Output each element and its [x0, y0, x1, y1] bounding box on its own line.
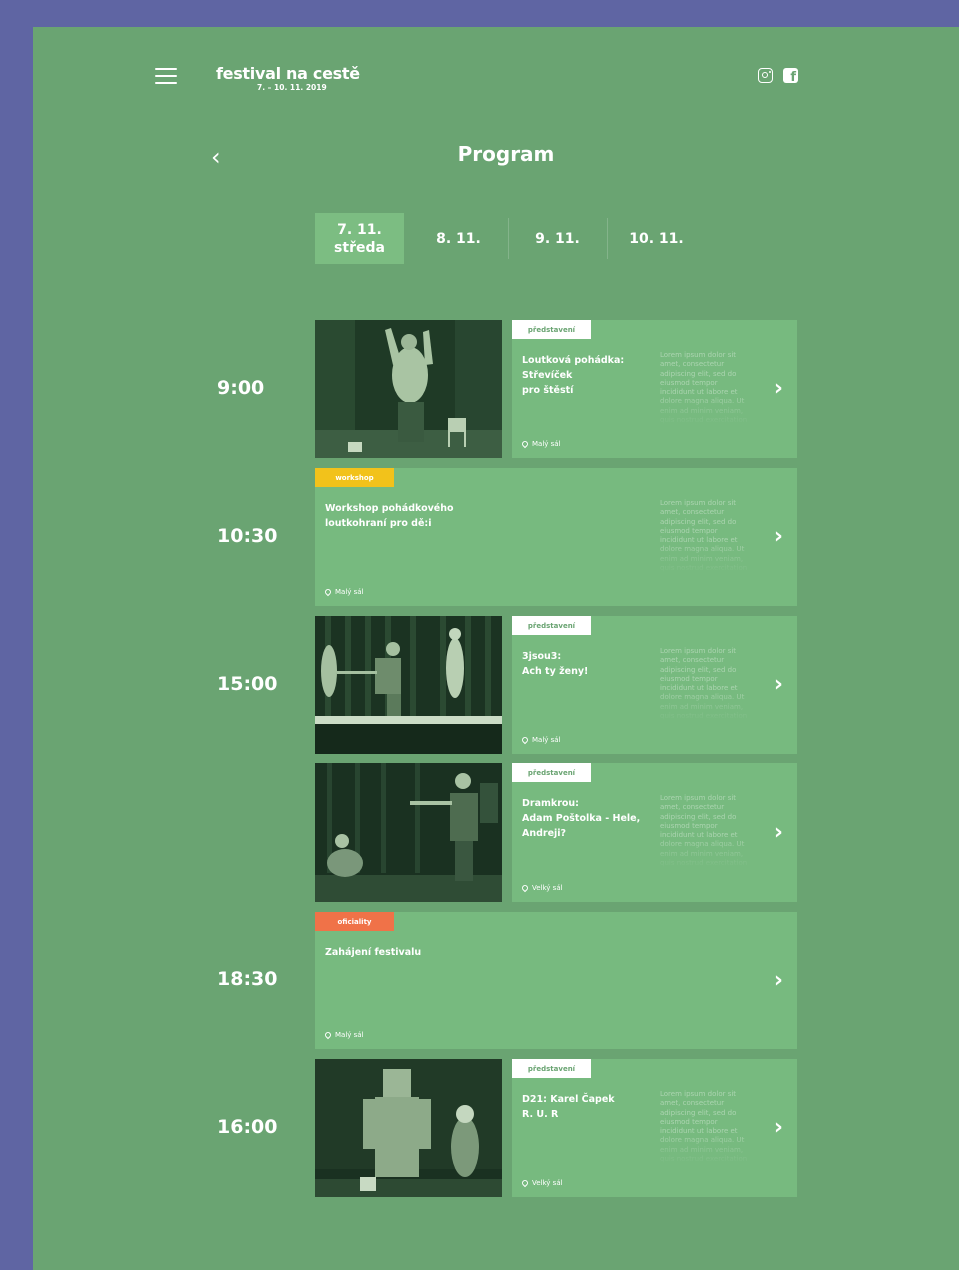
event-photo-image [315, 1059, 502, 1197]
event-photo-image [315, 763, 502, 902]
event-title: Dramkrou: Adam Poštolka - Hele, Andreji? [522, 798, 641, 839]
tab-label: 10. 11. [629, 230, 684, 247]
location-pin-icon [520, 1178, 530, 1188]
facebook-icon[interactable]: f [783, 68, 798, 85]
venue-label: Malý sál [532, 736, 561, 744]
event-title: Zahájení festivalu [325, 947, 422, 958]
tab-day-9[interactable]: 9. 11. [508, 213, 607, 264]
event-photo[interactable] [315, 763, 502, 902]
category-badge: představení [512, 763, 591, 782]
tab-label: 8. 11. [436, 230, 481, 247]
event-card[interactable]: představení Loutková pohádka: Střevíček … [512, 320, 797, 458]
venue-label: Malý sál [335, 588, 364, 596]
page-title: Program [457, 142, 555, 166]
event-title: 3jsou3: Ach ty ženy! [522, 651, 589, 677]
program-page: festival na cestě 7. – 10. 11. 2019 f ‹ … [33, 27, 959, 1270]
venue-label: Velký sál [532, 884, 563, 892]
date-tabs: 7. 11. středa 8. 11. 9. 11. 10. 11. [315, 213, 706, 264]
tab-label: 7. 11. středa [334, 221, 385, 256]
event-card[interactable]: oficiality Zahájení festivalu Malý sál › [315, 912, 797, 1049]
chevron-right-icon[interactable]: › [774, 376, 783, 402]
event-description: Lorem ipsum dolor sit amet, consectetur … [660, 794, 748, 869]
venue-label: Velký sál [532, 1179, 563, 1187]
venue-label: Malý sál [532, 440, 561, 448]
event-title: Loutková pohádka: Střevíček pro štěstí [522, 355, 625, 396]
event-venue: Malý sál [520, 439, 561, 449]
event-photo[interactable] [315, 616, 502, 754]
chevron-right-icon[interactable]: › [774, 672, 783, 698]
category-badge: představení [512, 1059, 591, 1078]
event-photo-image [315, 320, 502, 458]
venue-label: Malý sál [335, 1031, 364, 1039]
back-chevron-icon[interactable]: ‹ [211, 145, 221, 169]
category-badge: oficiality [315, 912, 394, 931]
event-venue: Malý sál [323, 587, 364, 597]
event-title: D21: Karel Čapek R. U. R [522, 1094, 615, 1120]
chevron-right-icon[interactable]: › [774, 820, 783, 846]
chevron-right-icon[interactable]: › [774, 968, 783, 994]
event-card[interactable]: představení D21: Karel Čapek R. U. R Lor… [512, 1059, 797, 1197]
tab-day-8[interactable]: 8. 11. [409, 213, 508, 264]
location-pin-icon [520, 735, 530, 745]
chevron-right-icon[interactable]: › [774, 1115, 783, 1141]
event-venue: Malý sál [323, 1030, 364, 1040]
logo-dates: 7. – 10. 11. 2019 [257, 83, 327, 92]
chevron-right-icon[interactable]: › [774, 524, 783, 550]
instagram-icon[interactable] [758, 68, 773, 83]
location-pin-icon [520, 883, 530, 893]
event-time: 9:00 [217, 377, 265, 399]
event-time: 16:00 [217, 1116, 278, 1138]
event-time: 15:00 [217, 673, 278, 695]
event-card[interactable]: workshop Workshop pohádkového loutkohran… [315, 468, 797, 606]
festival-logo[interactable]: festival na cestě 7. – 10. 11. 2019 [216, 64, 360, 92]
event-description: Lorem ipsum dolor sit amet, consectetur … [660, 499, 748, 574]
tab-day-10[interactable]: 10. 11. [607, 213, 706, 264]
tab-label: 9. 11. [535, 230, 580, 247]
location-pin-icon [520, 439, 530, 449]
event-photo[interactable] [315, 1059, 502, 1197]
event-card[interactable]: představení 3jsou3: Ach ty ženy! Lorem i… [512, 616, 797, 754]
event-card[interactable]: představení Dramkrou: Adam Poštolka - He… [512, 763, 797, 902]
event-description: Lorem ipsum dolor sit amet, consectetur … [660, 1090, 748, 1165]
location-pin-icon [323, 1030, 333, 1040]
event-venue: Velký sál [520, 883, 563, 893]
hamburger-menu-icon[interactable] [155, 68, 177, 84]
facebook-glyph: f [790, 70, 796, 85]
category-badge: představení [512, 616, 591, 635]
event-venue: Velký sál [520, 1178, 563, 1188]
event-description: Lorem ipsum dolor sit amet, consectetur … [660, 351, 748, 426]
event-photo[interactable] [315, 320, 502, 458]
event-description: Lorem ipsum dolor sit amet, consectetur … [660, 647, 748, 722]
event-photo-image [315, 616, 502, 754]
event-title: Workshop pohádkového loutkohraní pro dě:… [325, 503, 454, 529]
category-badge: představení [512, 320, 591, 339]
event-venue: Malý sál [520, 735, 561, 745]
category-badge: workshop [315, 468, 394, 487]
tab-day-7[interactable]: 7. 11. středa [315, 213, 404, 264]
event-time: 10:30 [217, 525, 278, 547]
location-pin-icon [323, 587, 333, 597]
event-time: 18:30 [217, 968, 278, 990]
logo-name: festival na cestě [216, 64, 360, 83]
